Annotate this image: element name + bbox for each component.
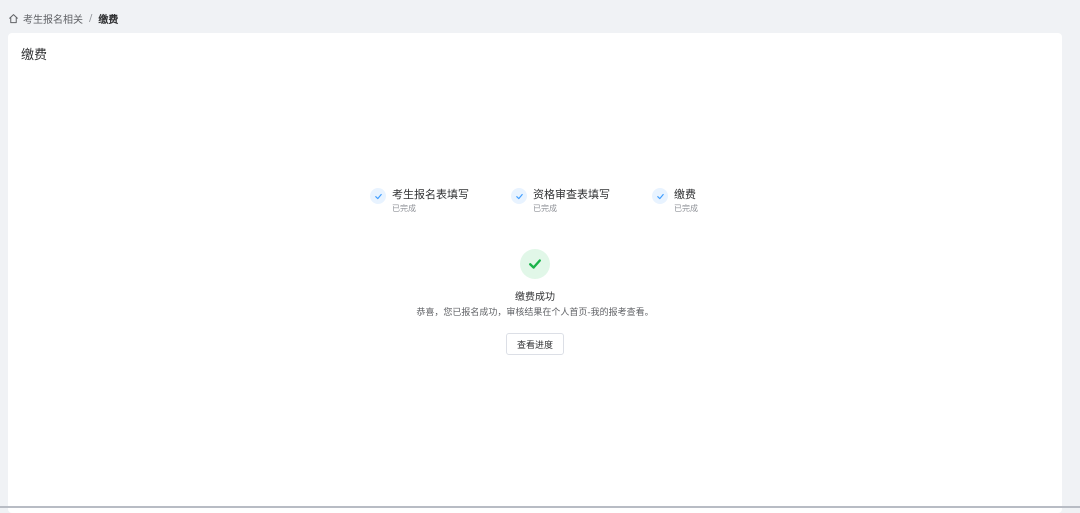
step-title: 考生报名表填写 [392, 188, 469, 201]
check-icon [511, 188, 527, 204]
step-title: 缴费 [674, 188, 696, 201]
check-icon [370, 188, 386, 204]
content-card: 缴费 考生报名表填写 已完成 资格审查表填写 已完成 缴费 已完成 缴费成功 恭… [8, 33, 1062, 513]
step-qualification-form: 资格审查表填写 已完成 [511, 187, 652, 214]
payment-result: 缴费成功 恭喜，您已报名成功，审核结果在个人首页-我的报考查看。 查看进度 [8, 249, 1062, 355]
breadcrumb: 考生报名相关 / 缴费 [8, 10, 118, 26]
step-title: 资格审查表填写 [533, 188, 610, 201]
step-status: 已完成 [392, 204, 416, 213]
result-subtitle: 恭喜，您已报名成功，审核结果在个人首页-我的报考查看。 [416, 308, 654, 318]
breadcrumb-separator: / [89, 12, 93, 24]
page-title: 缴费 [21, 48, 48, 63]
step-status: 已完成 [533, 204, 557, 213]
success-check-icon [520, 249, 550, 279]
check-icon [652, 188, 668, 204]
steps: 考生报名表填写 已完成 资格审查表填写 已完成 缴费 已完成 [370, 187, 712, 214]
step-status: 已完成 [674, 204, 698, 213]
breadcrumb-parent[interactable]: 考生报名相关 [23, 11, 83, 26]
view-progress-button[interactable]: 查看进度 [505, 333, 564, 355]
result-title: 缴费成功 [515, 292, 555, 303]
home-icon[interactable] [8, 13, 19, 24]
scroll-edge [1072, 0, 1080, 508]
step-payment: 缴费 已完成 [652, 187, 712, 214]
step-registration-form: 考生报名表填写 已完成 [370, 187, 511, 214]
breadcrumb-current: 缴费 [98, 14, 119, 26]
